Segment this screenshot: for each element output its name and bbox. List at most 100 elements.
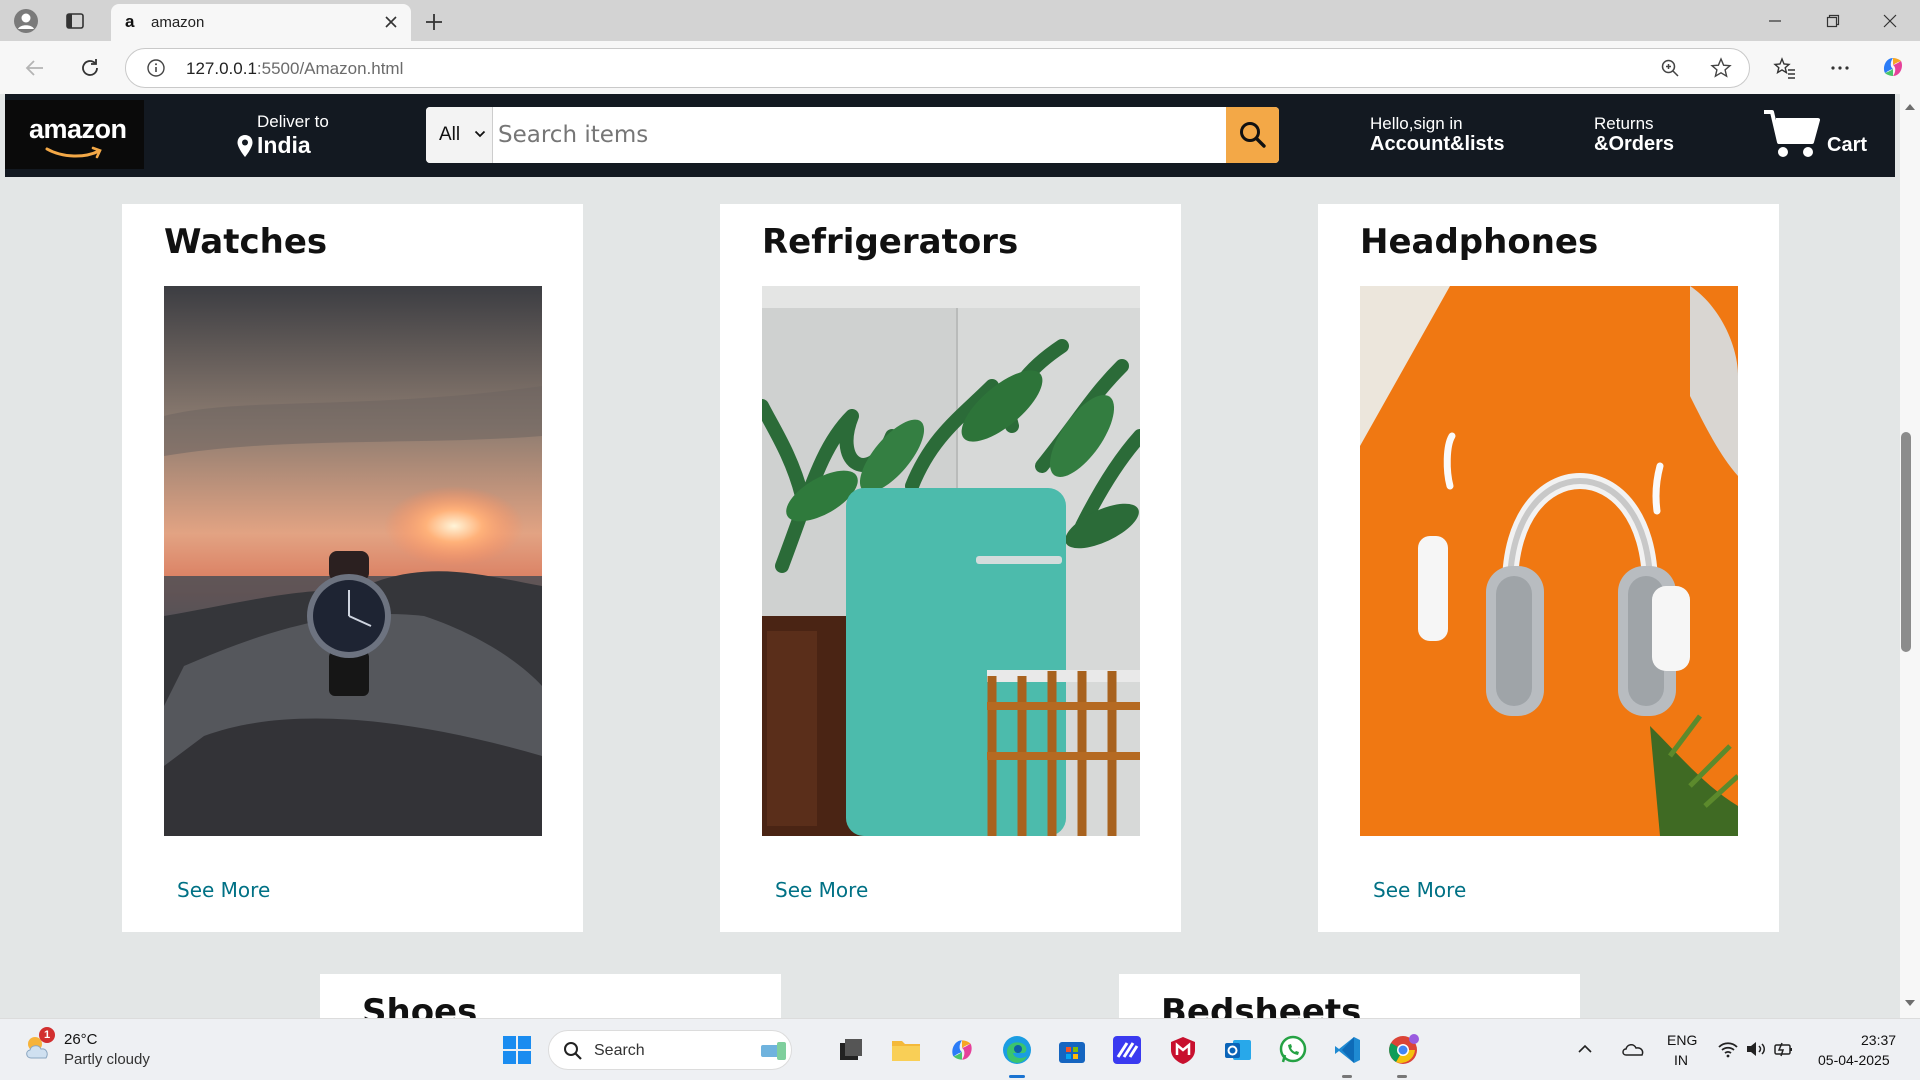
- task-view-icon: [840, 1039, 862, 1060]
- start-button[interactable]: [500, 1033, 534, 1067]
- mcafee-button[interactable]: [1166, 1033, 1200, 1067]
- copilot-icon[interactable]: [1879, 53, 1907, 81]
- weather-temperature: 26°C: [64, 1031, 98, 1048]
- amazon-logo[interactable]: amazon: [5, 100, 144, 169]
- url-text[interactable]: 127.0.0.1:5500/Amazon.html: [186, 59, 403, 79]
- task-view-button[interactable]: [834, 1033, 868, 1067]
- site-info-icon[interactable]: [142, 54, 170, 82]
- close-tab-icon[interactable]: [381, 12, 401, 32]
- outlook-icon: [1225, 1040, 1251, 1060]
- file-explorer-button[interactable]: [889, 1033, 923, 1067]
- clock-time[interactable]: 23:37: [1861, 1032, 1896, 1048]
- location-pin-icon: [237, 135, 253, 157]
- active-app-indicator: [1009, 1075, 1025, 1078]
- address-bar[interactable]: 127.0.0.1:5500/Amazon.html: [125, 48, 1750, 88]
- amazon-favicon-icon: a: [125, 12, 135, 31]
- box-title: Shoes: [362, 992, 478, 1018]
- store-button[interactable]: [1055, 1033, 1089, 1067]
- url-host: 127.0.0.1: [186, 59, 257, 78]
- box-title: Refrigerators: [762, 222, 1019, 262]
- orders-label: &Orders: [1594, 133, 1675, 155]
- product-box-watches: Watches See More: [122, 204, 583, 932]
- browser-toolbar: 127.0.0.1:5500/Amazon.html: [0, 41, 1920, 94]
- scrollbar-thumb[interactable]: [1901, 432, 1911, 652]
- battery-button[interactable]: [1772, 1037, 1796, 1061]
- headphones-image[interactable]: [1360, 286, 1738, 836]
- chevron-down-icon: [474, 130, 486, 138]
- language-indicator[interactable]: ENG: [1667, 1032, 1697, 1048]
- close-window-button[interactable]: [1867, 6, 1913, 36]
- edge-icon: [1003, 1036, 1031, 1064]
- zoom-icon[interactable]: [1656, 54, 1684, 82]
- product-box-shoes: Shoes: [320, 974, 781, 1018]
- chrome-button[interactable]: [1386, 1033, 1420, 1067]
- edge-button[interactable]: [1000, 1033, 1034, 1067]
- search-input[interactable]: [494, 107, 1226, 163]
- store-icon: [1059, 1042, 1085, 1063]
- product-box-bedsheets: Bedsheets: [1119, 974, 1580, 1018]
- favorite-star-icon[interactable]: [1707, 54, 1735, 82]
- browser-tab-bar: a amazon: [0, 0, 1920, 41]
- restore-button[interactable]: [1810, 6, 1856, 36]
- see-more-link[interactable]: See More: [1373, 878, 1466, 902]
- scroll-up-icon[interactable]: [1904, 102, 1916, 112]
- running-app-indicator: [1397, 1075, 1407, 1078]
- more-menu-icon[interactable]: [1826, 54, 1854, 82]
- weather-widget[interactable]: 1: [22, 1027, 56, 1065]
- windows-logo-icon: [503, 1036, 531, 1064]
- search-button[interactable]: [1226, 107, 1279, 163]
- copilot-app-button[interactable]: [945, 1033, 979, 1067]
- logo-text: amazon: [29, 114, 127, 144]
- onedrive-button[interactable]: [1620, 1037, 1646, 1061]
- wifi-button[interactable]: [1716, 1037, 1740, 1061]
- see-more-link[interactable]: See More: [775, 878, 868, 902]
- weather-description: Partly cloudy: [64, 1051, 150, 1068]
- weather-badge: 1: [39, 1027, 55, 1043]
- box-title: Bedsheets: [1161, 992, 1362, 1018]
- vscode-button[interactable]: [1331, 1033, 1365, 1067]
- volume-button[interactable]: [1744, 1037, 1768, 1061]
- favorites-icon[interactable]: [1771, 54, 1799, 82]
- account-label: Account&lists: [1370, 133, 1505, 155]
- vscode-icon: [1335, 1037, 1360, 1063]
- scroll-down-icon[interactable]: [1904, 998, 1916, 1008]
- returns-label: Returns: [1594, 114, 1654, 133]
- outlook-button[interactable]: [1221, 1033, 1255, 1067]
- product-box-headphones: Headphones See More: [1318, 204, 1779, 932]
- box-title: Watches: [164, 222, 328, 262]
- deliver-label: Deliver to: [257, 112, 329, 131]
- account-greeting: Hello,sign in: [1370, 114, 1463, 133]
- chevron-up-icon: [1578, 1044, 1592, 1053]
- wifi-icon: [1718, 1042, 1738, 1058]
- new-tab-button[interactable]: [420, 8, 448, 36]
- watch-image[interactable]: [164, 286, 542, 836]
- cloud-icon: [1622, 1044, 1644, 1056]
- product-box-refrigerators: Refrigerators See More: [720, 204, 1181, 932]
- amazon-navbar: amazon Deliver to India All Search items…: [5, 94, 1895, 177]
- app-button-2[interactable]: [1110, 1033, 1144, 1067]
- page-viewport: amazon Deliver to India All Search items…: [0, 94, 1900, 1018]
- minimize-button[interactable]: [1752, 6, 1798, 36]
- folder-icon: [892, 1041, 920, 1061]
- taskbar-search[interactable]: Search: [548, 1030, 792, 1070]
- tab-title: amazon: [151, 14, 205, 31]
- windows-taskbar: 1 26°C Partly cloudy Search ENG IN 23:37…: [0, 1018, 1920, 1080]
- back-arrow-icon[interactable]: [21, 54, 49, 82]
- profile-icon[interactable]: [12, 7, 40, 35]
- see-more-link[interactable]: See More: [177, 878, 270, 902]
- chrome-icon: [1389, 1034, 1419, 1064]
- whatsapp-button[interactable]: [1276, 1033, 1310, 1067]
- url-path: :5500/Amazon.html: [256, 59, 404, 78]
- tab-amazon[interactable]: a amazon: [111, 4, 411, 41]
- box-title: Headphones: [1360, 222, 1599, 262]
- search-icon: [1239, 122, 1266, 148]
- search-bar: All: [426, 107, 1279, 163]
- taskbar-search-label: Search: [594, 1042, 645, 1059]
- tab-actions-icon[interactable]: [61, 7, 89, 35]
- refresh-icon[interactable]: [76, 54, 104, 82]
- show-hidden-icons[interactable]: [1575, 1039, 1595, 1059]
- deliver-country: India: [257, 132, 311, 158]
- refrigerator-image[interactable]: [762, 286, 1140, 836]
- logo-smile-icon: [45, 146, 102, 159]
- search-category-select[interactable]: All: [426, 107, 493, 163]
